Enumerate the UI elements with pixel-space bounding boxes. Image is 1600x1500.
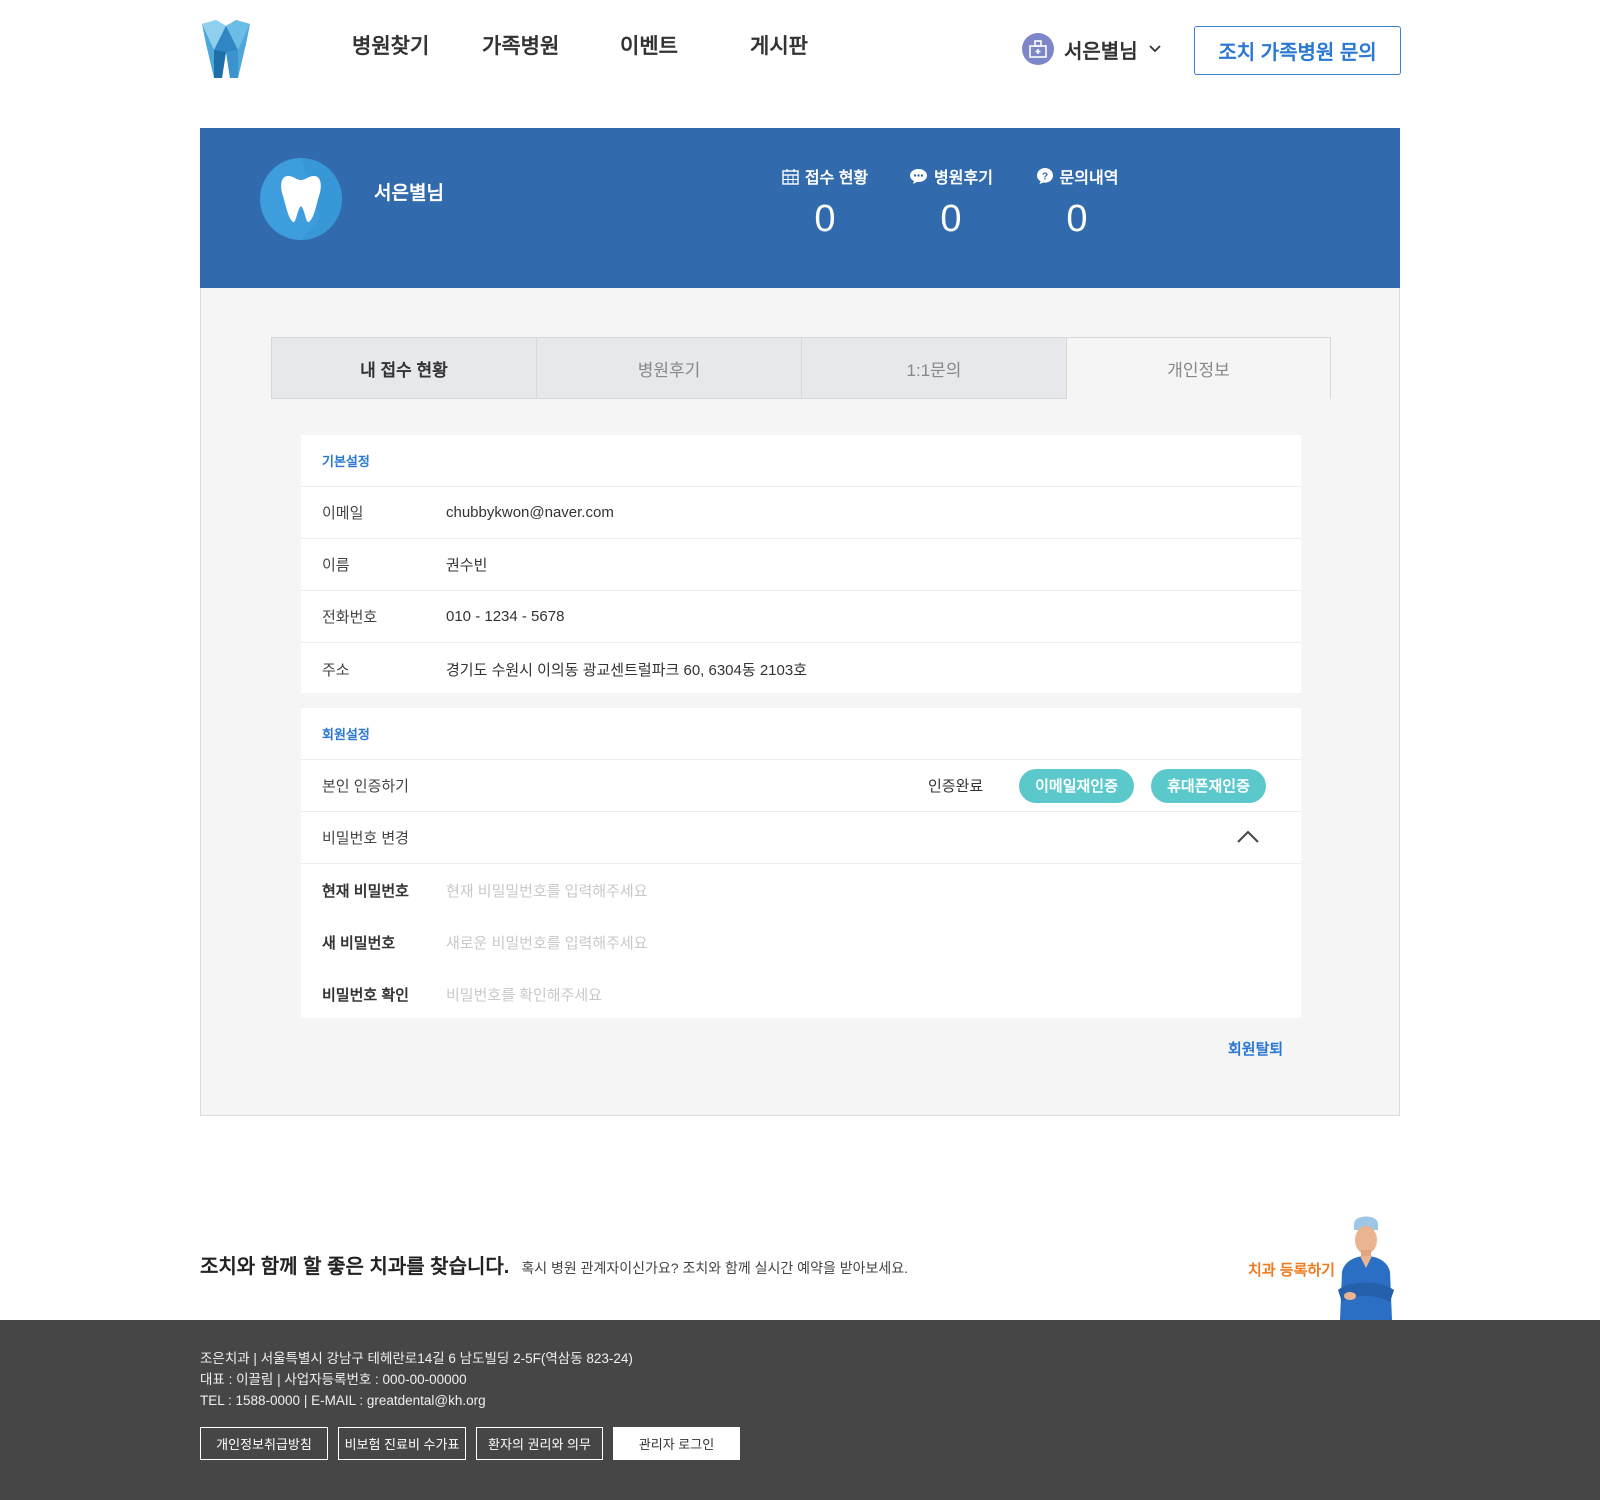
basic-settings-title: 기본설정 — [301, 435, 1301, 487]
address-label: 주소 — [322, 661, 350, 679]
svg-text:?: ? — [1041, 172, 1047, 183]
tooth-avatar-icon — [260, 158, 342, 240]
footer-contact: TEL : 1588-0000 | E-MAIL : greatdental@k… — [200, 1393, 486, 1408]
nav-find-hospital[interactable]: 병원찾기 — [352, 30, 452, 60]
name-value: 권수빈 — [446, 557, 488, 574]
fee-table-button[interactable]: 비보험 진료비 수가표 — [338, 1427, 466, 1460]
verify-row: 본인 인증하기 인증완료 이메일재인증 휴대폰재인증 — [301, 760, 1301, 812]
mypage-panel: 내 접수 현황 병원후기 1:1문의 개인정보 기본설정 이메일 chubbyk… — [200, 288, 1400, 1116]
new-password-input[interactable]: 새로운 비밀번호를 입력해주세요 — [446, 932, 648, 953]
name-row: 이름 권수빈 — [301, 539, 1301, 591]
user-menu[interactable]: 서은별님 — [1022, 33, 1162, 65]
footer-business: 대표 : 이끌림 | 사업자등록번호 : 000-00-00000 — [200, 1372, 467, 1387]
family-hospital-inquiry-button[interactable]: 조치 가족병원 문의 — [1194, 26, 1401, 75]
nav-family-hospital[interactable]: 가족병원 — [482, 30, 582, 60]
verify-label: 본인 인증하기 — [322, 778, 409, 795]
verify-status: 인증완료 — [928, 778, 984, 795]
footer-buttons: 개인정보취급방침 비보험 진료비 수가표 환자의 권리와 의무 관리자 로그인 — [200, 1427, 750, 1460]
chevron-down-icon — [1148, 45, 1161, 53]
site-footer: 조은치과 | 서울특별시 강남구 테헤란로14길 6 남도빌딩 2-5F(역삼동… — [0, 1320, 1600, 1500]
email-reverify-button[interactable]: 이메일재인증 — [1019, 768, 1134, 803]
patient-rights-button[interactable]: 환자의 권리와 의무 — [476, 1427, 603, 1460]
confirm-password-input[interactable]: 비밀번호를 확인해주세요 — [446, 984, 602, 1005]
current-password-input[interactable]: 현재 비밀밀번호를 입력해주세요 — [446, 880, 648, 901]
nav-board[interactable]: 게시판 — [750, 30, 850, 60]
stat-reception[interactable]: 접수 현황 0 — [770, 164, 880, 241]
stat-reception-value: 0 — [814, 198, 836, 240]
member-settings-section: 회원설정 본인 인증하기 인증완료 이메일재인증 휴대폰재인증 비밀번호 변경 … — [301, 708, 1301, 1018]
password-change-row[interactable]: 비밀번호 변경 — [301, 812, 1301, 864]
member-settings-title: 회원설정 — [301, 708, 1301, 760]
name-label: 이름 — [322, 557, 350, 574]
site-header: 병원찾기 가족병원 이벤트 게시판 서은별님 조치 가족병원 문의 — [0, 0, 1600, 100]
promo-banner: 조치와 함께 할 좋은 치과를 찾습니다. 혹시 병원 관계자이신가요? 조치와… — [200, 1250, 908, 1279]
new-password-row: 새 비밀번호 새로운 비밀번호를 입력해주세요 — [301, 916, 1301, 968]
tab-hospital-review[interactable]: 병원후기 — [536, 337, 801, 399]
nav-event[interactable]: 이벤트 — [620, 30, 720, 60]
confirm-password-label: 비밀번호 확인 — [322, 986, 409, 1004]
phone-row: 전화번호 010 - 1234 - 5678 — [301, 591, 1301, 643]
chevron-up-icon[interactable] — [1236, 828, 1260, 844]
speech-bubble-icon — [910, 168, 928, 184]
profile-banner: 서은별님 접수 현황 0 병원후기 0 ? 문의내역 0 — [200, 128, 1400, 288]
email-value: chubbykwon@naver.com — [446, 504, 614, 521]
confirm-password-row: 비밀번호 확인 비밀번호를 확인해주세요 — [301, 968, 1301, 1020]
promo-subtitle: 혹시 병원 관계자이신가요? 조치와 함께 실시간 예약을 받아보세요. — [521, 1260, 909, 1276]
stat-inquiries-value: 0 — [1066, 198, 1088, 240]
stat-reviews-label: 병원후기 — [934, 170, 993, 187]
basic-settings-section: 기본설정 이메일 chubbykwon@naver.com 이름 권수빈 전화번… — [301, 435, 1301, 693]
question-bubble-icon: ? — [1036, 168, 1053, 184]
address-value: 경기도 수원시 이의동 광교센트럴파크 60, 6304동 2103호 — [446, 661, 807, 679]
tab-my-reception[interactable]: 내 접수 현황 — [271, 337, 536, 399]
banner-user-name: 서은별님 — [374, 183, 444, 204]
promo-title: 조치와 함께 할 좋은 치과를 찾습니다. — [200, 1256, 510, 1278]
address-row: 주소 경기도 수원시 이의동 광교센트럴파크 60, 6304동 2103호 — [301, 643, 1301, 695]
phone-value: 010 - 1234 - 5678 — [446, 608, 565, 625]
phone-reverify-button[interactable]: 휴대폰재인증 — [1151, 768, 1266, 803]
email-row: 이메일 chubbykwon@naver.com — [301, 487, 1301, 539]
withdraw-link[interactable]: 회원탈퇴 — [1228, 1038, 1283, 1059]
privacy-policy-button[interactable]: 개인정보취급방침 — [200, 1427, 328, 1460]
calendar-icon — [782, 168, 799, 185]
admin-login-button[interactable]: 관리자 로그인 — [613, 1427, 740, 1460]
stat-reviews[interactable]: 병원후기 0 — [896, 164, 1006, 241]
doctor-illustration — [1330, 1210, 1402, 1320]
stat-reception-label: 접수 현황 — [804, 170, 869, 187]
password-change-label: 비밀번호 변경 — [322, 830, 409, 847]
tab-one-on-one[interactable]: 1:1문의 — [801, 337, 1066, 399]
email-label: 이메일 — [322, 505, 364, 522]
register-clinic-link[interactable]: 치과 등록하기 — [1248, 1259, 1335, 1280]
stat-inquiries[interactable]: ? 문의내역 0 — [1022, 164, 1132, 241]
footer-address: 조은치과 | 서울특별시 강남구 테헤란로14길 6 남도빌딩 2-5F(역삼동… — [200, 1351, 633, 1366]
current-password-label: 현재 비밀번호 — [322, 882, 409, 900]
tab-personal-info[interactable]: 개인정보 — [1066, 337, 1331, 399]
stat-reviews-value: 0 — [940, 198, 962, 240]
footer-info: 조은치과 | 서울특별시 강남구 테헤란로14길 6 남도빌딩 2-5F(역삼동… — [200, 1348, 633, 1411]
phone-label: 전화번호 — [322, 609, 378, 626]
mypage-tabs: 내 접수 현황 병원후기 1:1문의 개인정보 — [271, 337, 1331, 399]
user-avatar-icon — [1022, 33, 1054, 65]
new-password-label: 새 비밀번호 — [322, 934, 396, 952]
current-password-row: 현재 비밀번호 현재 비밀밀번호를 입력해주세요 — [301, 864, 1301, 916]
tooth-logo-icon[interactable] — [200, 20, 252, 80]
user-name: 서은별님 — [1064, 40, 1138, 63]
stat-inquiries-label: 문의내역 — [1059, 170, 1119, 187]
